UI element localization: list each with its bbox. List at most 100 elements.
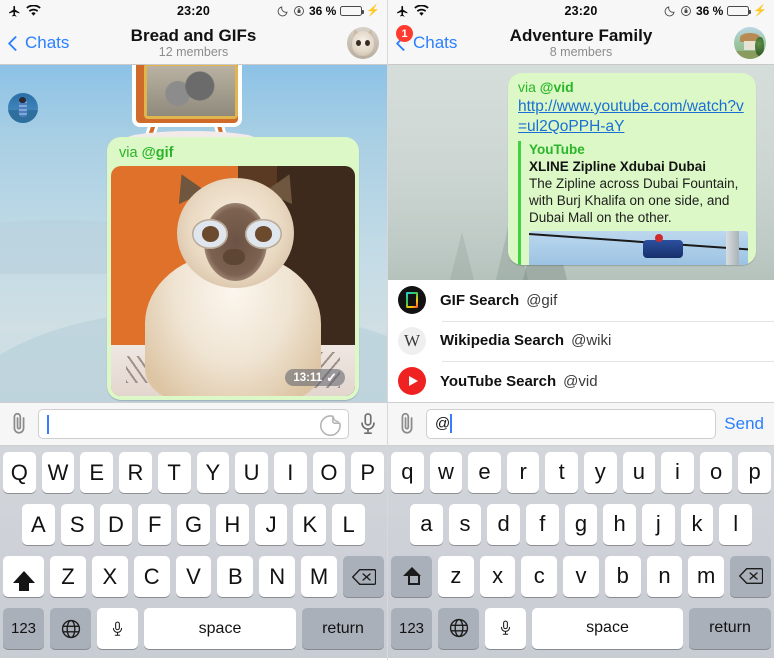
- mention-row[interactable]: W Wikipedia Search @wiki: [388, 320, 774, 362]
- space-key[interactable]: space: [144, 608, 296, 649]
- message-input-field-left[interactable]: [38, 409, 349, 439]
- chevron-left-icon: [7, 35, 24, 51]
- key-g[interactable]: g: [564, 503, 598, 545]
- key-i[interactable]: i: [661, 451, 694, 493]
- key-C[interactable]: C: [133, 556, 170, 597]
- sticker-icon[interactable]: [320, 414, 342, 436]
- key-D[interactable]: D: [99, 504, 133, 545]
- numbers-key[interactable]: 123: [391, 607, 432, 649]
- back-to-chats-button[interactable]: 1 Chats: [395, 25, 457, 53]
- key-r[interactable]: r: [506, 451, 540, 493]
- numbers-key[interactable]: 123: [3, 608, 44, 649]
- key-Z[interactable]: Z: [50, 556, 86, 597]
- key-t[interactable]: t: [545, 451, 578, 493]
- key-X[interactable]: X: [91, 556, 128, 597]
- key-c[interactable]: c: [521, 555, 558, 597]
- key-M[interactable]: M: [301, 556, 338, 597]
- gif-image[interactable]: 13:11 ✓: [111, 166, 355, 396]
- key-A[interactable]: A: [21, 504, 55, 545]
- key-u[interactable]: u: [622, 451, 656, 493]
- key-m[interactable]: m: [688, 555, 725, 597]
- paperclip-icon[interactable]: [396, 411, 418, 437]
- key-J[interactable]: J: [254, 504, 288, 545]
- globe-key[interactable]: [50, 608, 91, 649]
- keyboard-right[interactable]: qwertyuiop asdfghjkl zxcvbnm 123 space r…: [388, 445, 774, 658]
- key-f[interactable]: f: [526, 503, 559, 545]
- key-s[interactable]: s: [448, 503, 482, 545]
- delete-key[interactable]: [730, 555, 771, 597]
- key-k[interactable]: k: [680, 503, 714, 545]
- key-j[interactable]: j: [642, 503, 675, 545]
- text-caret: [47, 414, 49, 434]
- key-S[interactable]: S: [60, 504, 94, 545]
- key-G[interactable]: G: [177, 504, 210, 545]
- mention-username: @gif: [526, 291, 558, 309]
- delete-key[interactable]: [343, 556, 384, 597]
- key-V[interactable]: V: [175, 556, 212, 597]
- message-link-url[interactable]: http://www.youtube.com/watch?v=ul2QoPPH-…: [518, 97, 748, 137]
- paperclip-icon[interactable]: [8, 411, 30, 437]
- chat-messages-area-left[interactable]: 13:07 via @gif 13:11 ✓: [0, 65, 387, 402]
- keyboard-left[interactable]: QWERTYUIOP ASDFGHJKL ZXCVBNM 123 space r…: [0, 446, 387, 658]
- key-n[interactable]: n: [646, 555, 683, 597]
- zipline-video-thumbnail[interactable]: [529, 231, 748, 265]
- key-w[interactable]: w: [429, 451, 463, 493]
- key-W[interactable]: W: [41, 452, 75, 493]
- group-avatar-cat[interactable]: [347, 27, 379, 59]
- back-to-chats-button[interactable]: Chats: [7, 33, 69, 53]
- key-Q[interactable]: Q: [2, 452, 36, 493]
- key-x[interactable]: x: [479, 555, 516, 597]
- key-d[interactable]: d: [487, 503, 520, 545]
- mention-row[interactable]: YouTube Search @vid: [388, 361, 774, 402]
- globe-key[interactable]: [438, 607, 479, 649]
- key-o[interactable]: o: [699, 451, 733, 493]
- return-key[interactable]: return: [689, 607, 771, 649]
- key-p[interactable]: p: [738, 451, 771, 493]
- link-preview-description: The Zipline across Dubai Fountain, with …: [529, 176, 739, 225]
- key-z[interactable]: z: [438, 555, 474, 597]
- dictation-key[interactable]: [485, 607, 526, 649]
- key-N[interactable]: N: [259, 556, 296, 597]
- read-check-icon: ✓: [326, 370, 337, 385]
- key-F[interactable]: F: [138, 504, 172, 545]
- dictation-key[interactable]: [97, 608, 138, 649]
- key-q[interactable]: q: [391, 451, 424, 493]
- key-Y[interactable]: Y: [196, 452, 230, 493]
- link-preview-message-bubble[interactable]: via @vid http://www.youtube.com/watch?v=…: [508, 73, 756, 265]
- battery-icon: [340, 5, 365, 17]
- bot-mention-suggestions-list[interactable]: GIF Search @gif W Wikipedia Search @wiki YouT…: [388, 280, 774, 402]
- message-input-field-right[interactable]: @: [426, 408, 717, 439]
- key-B[interactable]: B: [217, 556, 254, 597]
- key-T[interactable]: T: [157, 452, 191, 493]
- return-key[interactable]: return: [302, 608, 384, 649]
- shift-key[interactable]: [391, 555, 432, 597]
- key-b[interactable]: b: [604, 555, 641, 597]
- key-K[interactable]: K: [293, 504, 327, 545]
- key-L[interactable]: L: [332, 504, 366, 545]
- key-e[interactable]: e: [468, 451, 501, 493]
- mention-row[interactable]: GIF Search @gif: [388, 280, 774, 321]
- group-avatar-hut[interactable]: [734, 27, 766, 59]
- key-E[interactable]: E: [80, 452, 114, 493]
- key-H[interactable]: H: [215, 504, 249, 545]
- key-h[interactable]: h: [603, 503, 637, 545]
- key-P[interactable]: P: [351, 452, 385, 493]
- key-a[interactable]: a: [409, 503, 443, 545]
- battery-icon: [727, 5, 752, 17]
- key-l[interactable]: l: [719, 503, 753, 545]
- status-clock: 23:20: [564, 4, 598, 18]
- key-v[interactable]: v: [563, 555, 599, 597]
- key-O[interactable]: O: [312, 452, 346, 493]
- link-preview-box[interactable]: YouTube XLINE Zipline Xdubai Dubai The Z…: [518, 141, 748, 265]
- key-U[interactable]: U: [235, 452, 268, 493]
- send-button[interactable]: Send: [724, 414, 766, 434]
- space-key[interactable]: space: [532, 607, 683, 649]
- sender-avatar-thumbnail[interactable]: [8, 93, 38, 123]
- key-y[interactable]: y: [584, 451, 617, 493]
- chat-messages-area-right[interactable]: via @vid http://www.youtube.com/watch?v=…: [388, 65, 774, 280]
- gif-message-bubble[interactable]: via @gif 13:11 ✓: [107, 137, 359, 400]
- shift-key[interactable]: [3, 556, 44, 597]
- key-R[interactable]: R: [119, 452, 152, 493]
- key-I[interactable]: I: [273, 452, 307, 493]
- microphone-icon[interactable]: [357, 411, 379, 437]
